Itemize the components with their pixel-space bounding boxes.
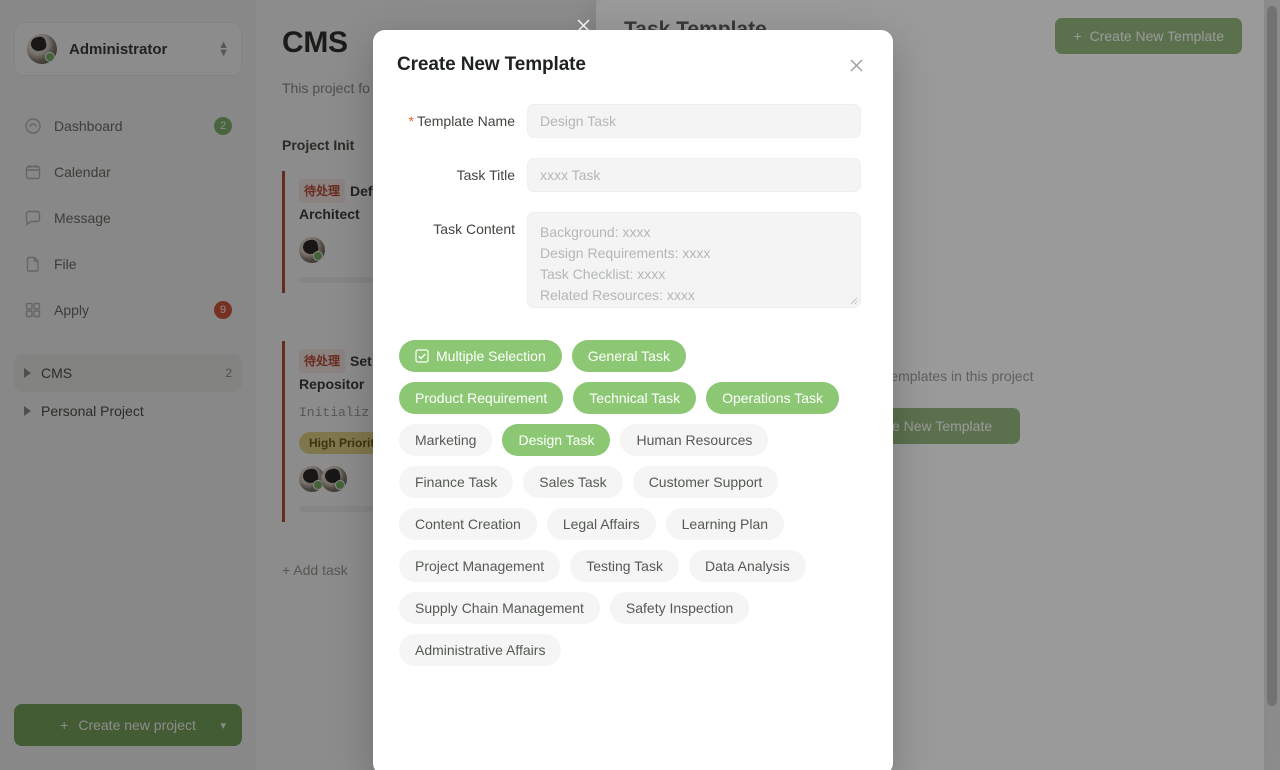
chip-human-resources[interactable]: Human Resources bbox=[620, 424, 769, 456]
chip-label: Human Resources bbox=[636, 432, 753, 448]
chip-learning-plan[interactable]: Learning Plan bbox=[665, 508, 785, 540]
chip-operations-task[interactable]: Operations Task bbox=[706, 382, 839, 414]
chip-label: Design Task bbox=[518, 432, 595, 448]
chip-label: Product Requirement bbox=[415, 390, 548, 406]
chip-safety-inspection[interactable]: Safety Inspection bbox=[609, 592, 750, 624]
modal-header: Create New Template bbox=[373, 30, 893, 76]
required-asterisk: * bbox=[408, 113, 414, 129]
form-row-task-content: Task Content Background: xxxx Design Req… bbox=[395, 212, 861, 308]
chip-label: Testing Task bbox=[586, 558, 663, 574]
chip-label: Content Creation bbox=[415, 516, 521, 532]
chip-finance-task[interactable]: Finance Task bbox=[399, 466, 514, 498]
chip-label: Data Analysis bbox=[704, 558, 790, 574]
chip-label: Multiple Selection bbox=[436, 348, 546, 364]
textarea-placeholder-line: Task Checklist: xxxx bbox=[540, 266, 666, 282]
chip-label: Supply Chain Management bbox=[415, 600, 584, 616]
chip-content-creation[interactable]: Content Creation bbox=[399, 508, 537, 540]
modal-body: * Template Name Design Task Task Title xx… bbox=[373, 76, 893, 308]
chip-label: Administrative Affairs bbox=[415, 642, 546, 658]
chip-customer-support[interactable]: Customer Support bbox=[632, 466, 779, 498]
chip-testing-task[interactable]: Testing Task bbox=[570, 550, 679, 582]
chip-label: Marketing bbox=[415, 432, 477, 448]
textarea-placeholder-line: Background: xxxx bbox=[540, 224, 651, 240]
chip-legal-affairs[interactable]: Legal Affairs bbox=[546, 508, 656, 540]
chip-label: Operations Task bbox=[722, 390, 823, 406]
chip-label: Project Management bbox=[415, 558, 545, 574]
form-row-template-name: * Template Name Design Task bbox=[395, 104, 861, 138]
chip-label: Customer Support bbox=[648, 474, 763, 490]
chip-general-task[interactable]: General Task bbox=[571, 340, 686, 372]
task-content-label: Task Content bbox=[433, 221, 515, 237]
textarea-placeholder-line: Design Requirements: xxxx bbox=[540, 245, 711, 261]
category-chip-list: Multiple Selection General Task Product … bbox=[373, 328, 893, 666]
template-name-label: * Template Name bbox=[408, 113, 516, 129]
chip-label: Sales Task bbox=[539, 474, 607, 490]
chip-design-task[interactable]: Design Task bbox=[502, 424, 611, 456]
chip-multiple-selection[interactable]: Multiple Selection bbox=[399, 340, 562, 372]
chip-label: Legal Affairs bbox=[562, 516, 640, 532]
chip-label: Safety Inspection bbox=[625, 600, 734, 616]
chip-label: Learning Plan bbox=[681, 516, 769, 532]
chip-project-management[interactable]: Project Management bbox=[399, 550, 561, 582]
chip-label: General Task bbox=[587, 348, 670, 364]
chip-administrative-affairs[interactable]: Administrative Affairs bbox=[399, 634, 562, 666]
close-icon[interactable] bbox=[845, 54, 867, 76]
app-root: Administrator ▲ ▼ Dashboard 2 Calendar Me… bbox=[0, 0, 1280, 770]
create-new-template-modal: Create New Template * Template Name Desig… bbox=[373, 30, 893, 770]
task-title-input[interactable]: xxxx Task bbox=[527, 158, 861, 192]
checkbox-checked-icon bbox=[415, 349, 429, 363]
template-name-input[interactable]: Design Task bbox=[527, 104, 861, 138]
textarea-placeholder-line: Related Resources: xxxx bbox=[540, 287, 695, 303]
chip-product-requirement[interactable]: Product Requirement bbox=[399, 382, 564, 414]
task-title-label: Task Title bbox=[456, 167, 515, 183]
chip-label: Technical Task bbox=[589, 390, 681, 406]
chip-technical-task[interactable]: Technical Task bbox=[573, 382, 697, 414]
chip-supply-chain-management[interactable]: Supply Chain Management bbox=[399, 592, 600, 624]
chip-sales-task[interactable]: Sales Task bbox=[523, 466, 623, 498]
task-content-textarea[interactable]: Background: xxxx Design Requirements: xx… bbox=[527, 212, 861, 308]
chip-data-analysis[interactable]: Data Analysis bbox=[688, 550, 806, 582]
chip-label: Finance Task bbox=[415, 474, 498, 490]
modal-title: Create New Template bbox=[397, 54, 586, 75]
resize-grip-icon[interactable] bbox=[848, 295, 858, 305]
form-row-task-title: Task Title xxxx Task bbox=[395, 158, 861, 192]
chip-marketing[interactable]: Marketing bbox=[399, 424, 493, 456]
